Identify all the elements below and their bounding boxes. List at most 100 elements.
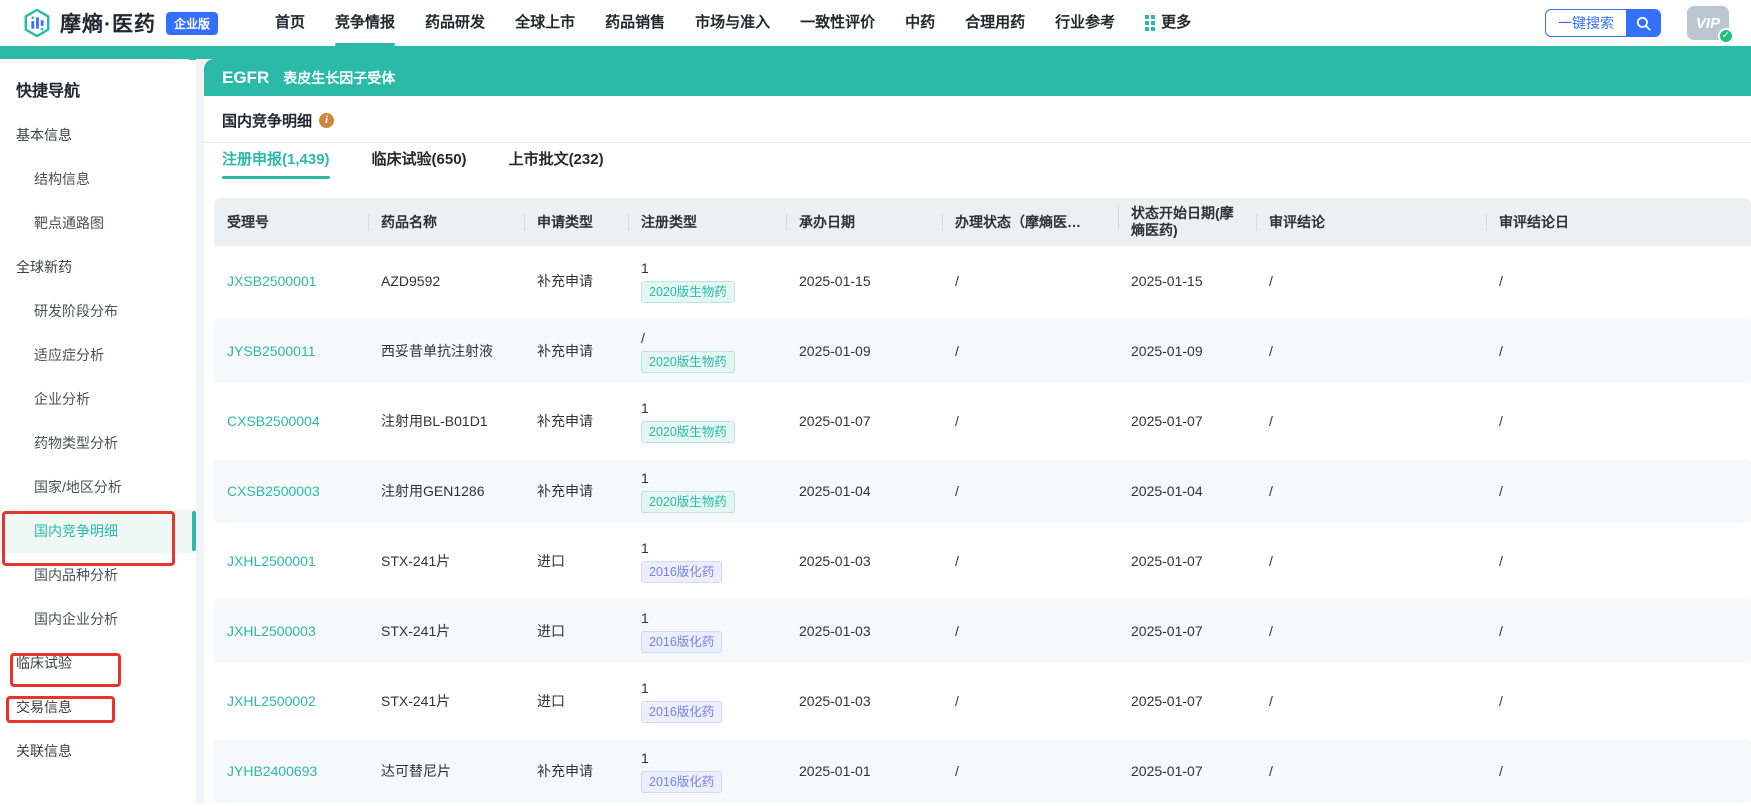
reg-type-tag: 2020版生物药 (641, 281, 735, 303)
cell-review-date: / (1486, 622, 1751, 640)
nav-item-药品销售[interactable]: 药品销售 (590, 0, 680, 46)
info-icon[interactable]: i (319, 113, 334, 128)
sidebar-item-关联信息[interactable]: 关联信息 (0, 729, 196, 773)
cell-review-date: / (1486, 412, 1751, 430)
cell-acceptance-no[interactable]: CXSB2500004 (214, 412, 368, 430)
cell-acceptance-no[interactable]: JXHL2500003 (214, 622, 368, 640)
reg-type-tag: 2016版化药 (641, 701, 722, 723)
table-row[interactable]: CXSB2500003 注射用GEN1286 补充申请 1 2020版生物药 2… (214, 456, 1751, 526)
tab-上市批文(232)[interactable]: 上市批文(232) (509, 143, 604, 179)
quick-search-button[interactable]: 一键搜索 (1545, 9, 1661, 37)
cell-acceptance-no[interactable]: CXSB2500003 (214, 482, 368, 500)
cell-drug-name: AZD9592 (368, 272, 524, 290)
table-row[interactable]: JYSB2500011 西妥昔单抗注射液 补充申请 / 2020版生物药 202… (214, 316, 1751, 386)
nav-item-市场与准入[interactable]: 市场与准入 (680, 0, 785, 46)
cell-acceptance-no[interactable]: JXHL2500001 (214, 552, 368, 570)
sidebar-item-全球新药[interactable]: 全球新药 (0, 245, 196, 289)
nav-item-全球上市[interactable]: 全球上市 (500, 0, 590, 46)
app-logo[interactable]: 摩熵·医药 企业版 (22, 8, 218, 38)
cell-review-date: / (1486, 552, 1751, 570)
reg-type-tag: 2020版生物药 (641, 491, 735, 513)
nav-item-一致性评价[interactable]: 一致性评价 (785, 0, 890, 46)
sidebar-item-研发阶段分布[interactable]: 研发阶段分布 (0, 289, 196, 333)
registration-table: 受理号药品名称申请类型注册类型承办日期办理状态（摩熵医…状态开始日期(摩熵医药)… (214, 198, 1751, 806)
table-row[interactable]: JXSB2500001 AZD9592 补充申请 1 2020版生物药 2025… (214, 246, 1751, 316)
cell-review-date: / (1486, 762, 1751, 780)
reg-type-tag: 2016版化药 (641, 631, 722, 653)
cell-apply-type: 补充申请 (524, 342, 628, 360)
column-header: 承办日期 (786, 214, 942, 231)
sidebar-item-企业分析[interactable]: 企业分析 (0, 377, 196, 421)
cell-handle-status: / (942, 342, 1118, 360)
table-row[interactable]: JXHL2500003 STX-241片 进口 1 2016版化药 2025-0… (214, 596, 1751, 666)
nav-item-竞争情报[interactable]: 竞争情报 (320, 0, 410, 46)
nav-item-药品研发[interactable]: 药品研发 (410, 0, 500, 46)
cell-reg-type: 1 2020版生物药 (628, 469, 786, 513)
sidebar-item-靶点通路图[interactable]: 靶点通路图 (0, 201, 196, 245)
cell-review: / (1256, 552, 1486, 570)
top-navbar: 摩熵·医药 企业版 首页竞争情报药品研发全球上市药品销售市场与准入一致性评价中药… (0, 0, 1751, 46)
cell-status-date: 2025-01-07 (1118, 622, 1256, 640)
cell-review-date: / (1486, 272, 1751, 290)
cell-status-date: 2025-01-07 (1118, 552, 1256, 570)
reg-type-tag: 2016版化药 (641, 771, 722, 793)
cell-acceptance-no[interactable]: JXHL2500002 (214, 692, 368, 710)
sidebar-item-国家/地区分析[interactable]: 国家/地区分析 (0, 465, 196, 509)
reg-type-tag: 2020版生物药 (641, 351, 735, 373)
layout-gap (196, 59, 204, 804)
target-name: 表皮生长因子受体 (283, 68, 395, 88)
cell-apply-type: 进口 (524, 622, 628, 640)
sidebar-item-适应症分析[interactable]: 适应症分析 (0, 333, 196, 377)
nav-item-更多[interactable]: 更多 (1130, 0, 1206, 46)
sidebar-item-临床试验[interactable]: 临床试验 (0, 641, 196, 685)
reg-type-tag: 2016版化药 (641, 561, 722, 583)
main-nav: 首页竞争情报药品研发全球上市药品销售市场与准入一致性评价中药合理用药行业参考更多 (260, 0, 1206, 46)
cell-apply-type: 进口 (524, 552, 628, 570)
cell-review: / (1256, 762, 1486, 780)
nav-item-首页[interactable]: 首页 (260, 0, 320, 46)
more-grid-icon (1145, 15, 1155, 31)
vip-label: VIP (1696, 15, 1720, 32)
table-row[interactable]: CXSB2500004 注射用BL-B01D1 补充申请 1 2020版生物药 … (214, 386, 1751, 456)
cell-apply-type: 补充申请 (524, 412, 628, 430)
nav-item-中药[interactable]: 中药 (890, 0, 950, 46)
sidebar-item-交易信息[interactable]: 交易信息 (0, 685, 196, 729)
cell-drug-name: STX-241片 (368, 622, 524, 640)
column-header: 审评结论 (1256, 214, 1486, 231)
cell-handle-status: / (942, 482, 1118, 500)
table-row[interactable]: JYHB2400693 达可替尼片 补充申请 1 2016版化药 2025-01… (214, 736, 1751, 806)
cell-review: / (1256, 272, 1486, 290)
cell-drug-name: STX-241片 (368, 552, 524, 570)
sidebar-item-国内品种分析[interactable]: 国内品种分析 (0, 553, 196, 597)
cell-status-date: 2025-01-15 (1118, 272, 1256, 290)
reg-type-tag: 2020版生物药 (641, 421, 735, 443)
logo-hexagon-icon (22, 8, 52, 38)
sidebar-item-国内企业分析[interactable]: 国内企业分析 (0, 597, 196, 641)
cell-acceptance-no[interactable]: JXSB2500001 (214, 272, 368, 290)
cell-apply-type: 补充申请 (524, 272, 628, 290)
cell-drug-name: STX-241片 (368, 692, 524, 710)
column-header: 申请类型 (524, 214, 628, 231)
sidebar-item-结构信息[interactable]: 结构信息 (0, 157, 196, 201)
cell-acceptance-no[interactable]: JYSB2500011 (214, 342, 368, 360)
cell-apply-type: 补充申请 (524, 482, 628, 500)
tab-临床试验(650)[interactable]: 临床试验(650) (372, 143, 467, 179)
cell-review-date: / (1486, 342, 1751, 360)
target-banner: EGFR 表皮生长因子受体 (204, 59, 1751, 96)
cell-acceptance-no[interactable]: JYHB2400693 (214, 762, 368, 780)
vip-check-icon: ✓ (1718, 28, 1734, 44)
cell-handle-status: / (942, 622, 1118, 640)
sidebar-item-基本信息[interactable]: 基本信息 (0, 113, 196, 157)
search-icon[interactable] (1626, 10, 1660, 36)
nav-item-行业参考[interactable]: 行业参考 (1040, 0, 1130, 46)
nav-item-合理用药[interactable]: 合理用药 (950, 0, 1040, 46)
vip-badge[interactable]: VIP ✓ (1687, 6, 1729, 40)
cell-status-date: 2025-01-07 (1118, 412, 1256, 430)
cell-handle-status: / (942, 692, 1118, 710)
table-row[interactable]: JXHL2500001 STX-241片 进口 1 2016版化药 2025-0… (214, 526, 1751, 596)
sidebar-item-国内竞争明细[interactable]: 国内竞争明细 (0, 509, 196, 553)
table-row[interactable]: JXHL2500002 STX-241片 进口 1 2016版化药 2025-0… (214, 666, 1751, 736)
logo-text: 摩熵·医药 (60, 8, 156, 38)
sidebar-item-药物类型分析[interactable]: 药物类型分析 (0, 421, 196, 465)
tab-注册申报(1,439)[interactable]: 注册申报(1,439) (222, 143, 330, 179)
